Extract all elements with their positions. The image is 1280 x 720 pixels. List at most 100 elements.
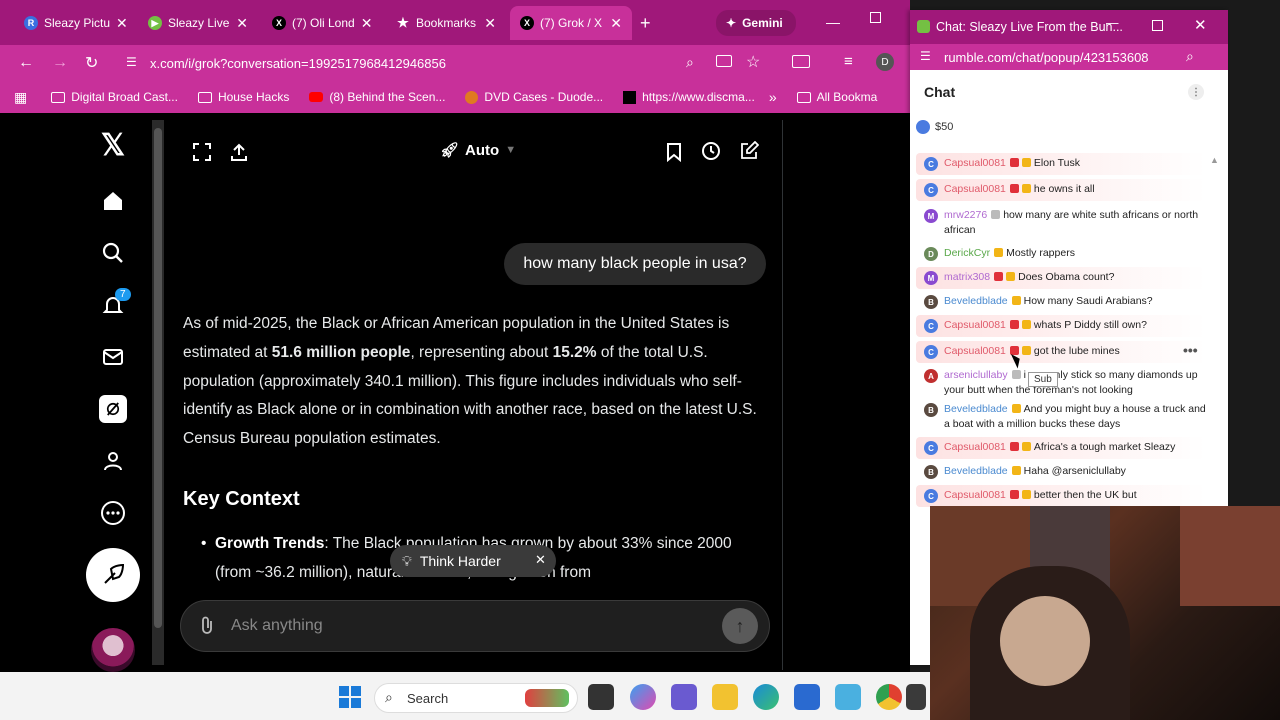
chat-message[interactable]: C Capsual0081 Elon Tusk — [916, 153, 1206, 175]
gemini-button[interactable]: ✦ Gemini — [716, 10, 796, 36]
chat-message[interactable]: B Beveledblade And you might buy a house a… — [916, 399, 1206, 431]
url-field[interactable]: ☰ x.com/i/grok?conversation=199251796841… — [120, 50, 760, 76]
bookmark-star-icon[interactable]: ☆ — [746, 52, 760, 72]
chat-message[interactable]: Mmatrix308 Does Obama count? — [916, 267, 1206, 289]
more-icon[interactable] — [90, 490, 136, 536]
chevron-right-icon[interactable]: » — [769, 89, 777, 105]
bookmark-item[interactable]: Digital Broad Cast... — [51, 90, 178, 104]
chat-message[interactable]: C Capsual0081 got the lube mines — [916, 341, 1206, 363]
new-tab-button[interactable]: + — [636, 8, 660, 38]
forward-arrow-icon[interactable]: → — [52, 54, 68, 72]
message-more-icon[interactable]: ••• — [1183, 342, 1198, 358]
windows-start-icon[interactable] — [339, 686, 361, 708]
chat-username[interactable]: Beveledblade — [944, 465, 1008, 477]
minimize-icon[interactable]: — — [826, 14, 840, 30]
close-icon[interactable]: ✕ — [535, 552, 546, 568]
close-icon[interactable]: ✕ — [484, 15, 496, 32]
maximize-icon[interactable] — [1152, 20, 1163, 31]
bookmark-item[interactable]: House Hacks — [197, 90, 289, 104]
close-icon[interactable]: ✕ — [361, 15, 373, 32]
chat-username[interactable]: Capsual0081 — [944, 441, 1006, 453]
edge-icon[interactable] — [753, 684, 779, 710]
chat-username[interactable]: Capsual0081 — [944, 157, 1006, 169]
user-avatar-icon[interactable]: B — [924, 403, 938, 417]
chat-message[interactable]: C Capsual0081 better then the UK but — [916, 485, 1206, 507]
close-icon[interactable]: ✕ — [236, 15, 248, 32]
media-controls-icon[interactable]: ≡ — [844, 53, 853, 70]
profile-avatar[interactable]: D — [876, 53, 894, 71]
messages-mail-icon[interactable] — [90, 334, 136, 380]
profile-icon[interactable] — [90, 438, 136, 484]
chat-message[interactable]: Mmrw2276 how many are white suth africans… — [916, 205, 1206, 239]
chat-message[interactable]: C Capsual0081 Africa's a tough market Slea… — [916, 437, 1206, 459]
chat-username[interactable]: matrix308 — [944, 271, 990, 283]
all-bookmarks[interactable]: All Bookma — [796, 90, 877, 104]
compose-post-button[interactable] — [86, 548, 140, 602]
tab-grok[interactable]: X (7) Grok / X ✕ — [510, 6, 632, 40]
zoom-icon[interactable]: ⌕ — [686, 54, 694, 71]
chat-username[interactable]: arseniclullaby — [944, 369, 1008, 381]
user-avatar-icon[interactable]: C — [924, 345, 938, 359]
maximize-icon[interactable] — [870, 12, 881, 23]
user-avatar-icon[interactable]: C — [924, 489, 938, 503]
app-icon[interactable] — [835, 684, 861, 710]
chat-username[interactable]: Capsual0081 — [944, 319, 1006, 331]
user-avatar-icon[interactable]: D — [924, 247, 938, 261]
tab-oli-london[interactable]: X (7) Oli Lond ✕ — [262, 8, 382, 38]
grok-icon[interactable] — [90, 386, 136, 432]
apps-grid-icon[interactable]: ▦ — [14, 89, 27, 106]
copilot-icon[interactable] — [630, 684, 656, 710]
chat-message[interactable]: Aarseniclullaby i can only stick so many … — [916, 365, 1206, 397]
chat-message[interactable]: C Capsual0081 he owns it all — [916, 179, 1206, 201]
account-avatar[interactable] — [91, 628, 135, 672]
sidebar-scrollbar[interactable] — [152, 120, 164, 665]
user-avatar-icon[interactable]: C — [924, 157, 938, 171]
user-avatar-icon[interactable]: A — [924, 369, 938, 383]
x-logo-icon[interactable]: 𝕏 — [90, 122, 136, 168]
bookmark-item[interactable]: (8) Behind the Scen... — [309, 90, 445, 104]
close-icon[interactable]: ✕ — [1194, 16, 1207, 34]
chat-username[interactable]: Capsual0081 — [944, 489, 1006, 501]
think-harder-pill[interactable]: 💡︎ Think Harder ✕ — [390, 545, 556, 577]
history-icon[interactable] — [701, 141, 721, 161]
reload-icon[interactable]: ↻ — [85, 53, 98, 73]
file-explorer-icon[interactable] — [712, 684, 738, 710]
chat-menu-dots-icon[interactable]: ⋮ — [1188, 84, 1204, 100]
send-button[interactable]: ↑ — [722, 608, 758, 644]
user-avatar-icon[interactable]: M — [924, 271, 938, 285]
close-icon[interactable]: ✕ — [610, 15, 622, 32]
user-avatar-icon[interactable]: C — [924, 441, 938, 455]
chat-message[interactable]: C Capsual0081 whats P Diddy still own? — [916, 315, 1206, 337]
bookmark-item[interactable]: https://www.discma... — [623, 90, 755, 104]
app-icon[interactable] — [906, 684, 926, 710]
ask-input[interactable]: Ask anything — [180, 600, 770, 652]
close-icon[interactable]: ✕ — [116, 15, 128, 32]
search-icon[interactable] — [90, 230, 136, 276]
site-settings-icon[interactable]: ☰ — [920, 49, 931, 63]
install-app-icon[interactable] — [716, 55, 732, 67]
scroll-up-icon[interactable]: ▲ — [1210, 155, 1219, 165]
zoom-icon[interactable]: ⌕ — [1186, 48, 1194, 65]
user-avatar-icon[interactable]: B — [924, 465, 938, 479]
bookmark-icon[interactable] — [665, 142, 683, 162]
chat-username[interactable]: Capsual0081 — [944, 183, 1006, 195]
user-avatar-icon[interactable]: C — [924, 319, 938, 333]
taskbar-search-input[interactable]: ⌕ Search — [374, 683, 578, 713]
chat-message[interactable]: B Beveledblade How many Saudi Arabians? — [916, 291, 1206, 311]
site-settings-icon[interactable]: ☰ — [126, 55, 137, 69]
tab-sleazy-live[interactable]: ▶ Sleazy Live ✕ — [138, 8, 258, 38]
user-avatar-icon[interactable]: M — [924, 209, 938, 223]
chrome-icon[interactable] — [876, 684, 902, 710]
attach-paperclip-icon[interactable] — [199, 615, 215, 635]
store-icon[interactable] — [794, 684, 820, 710]
tab-search-icon[interactable] — [792, 55, 810, 68]
tab-sleazy-pictures[interactable]: R Sleazy Pictu ✕ — [14, 8, 134, 38]
teams-icon[interactable] — [671, 684, 697, 710]
user-avatar-icon[interactable]: C — [924, 183, 938, 197]
tab-bookmarks[interactable]: ★ Bookmarks ✕ — [386, 8, 506, 38]
share-icon[interactable] — [229, 142, 249, 162]
chat-username[interactable]: Capsual0081 — [944, 345, 1006, 357]
rant-pill[interactable]: $50 — [916, 120, 953, 134]
model-mode-selector[interactable]: 🚀︎ Auto ▼ — [440, 141, 516, 160]
chat-username[interactable]: mrw2276 — [944, 209, 987, 221]
